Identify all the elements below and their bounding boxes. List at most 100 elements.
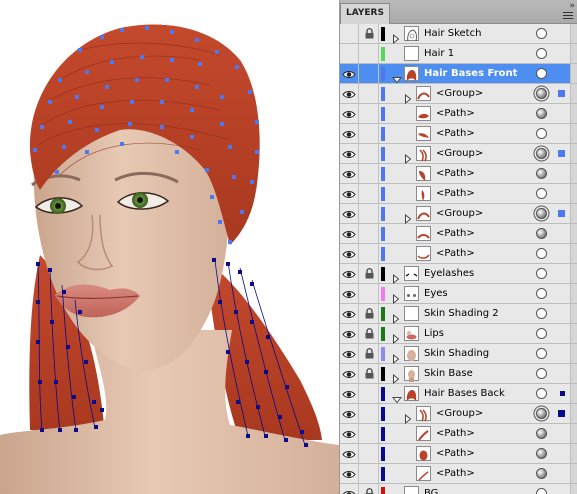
visibility-toggle[interactable] [340,344,359,363]
panel-scrollbar-track[interactable] [570,404,577,423]
panel-scrollbar-track[interactable] [570,124,577,143]
layer-name[interactable]: Hair 1 [424,44,454,63]
layer-row[interactable]: Hair Bases Back [340,384,577,404]
layer-name[interactable]: <Path> [436,104,475,123]
collapse-panel-icon[interactable]: » [569,1,575,11]
target-circle-icon[interactable] [536,248,547,259]
lock-toggle[interactable] [360,64,379,83]
lock-toggle[interactable] [360,484,379,494]
panel-scrollbar-track[interactable] [570,384,577,403]
panel-scrollbar-track[interactable] [570,164,577,183]
panel-scrollbar-track[interactable] [570,484,577,494]
visibility-toggle[interactable] [340,304,359,323]
layer-row[interactable]: <Group> [340,84,577,105]
layer-name[interactable]: <Path> [436,164,475,183]
lock-toggle[interactable] [360,224,379,243]
layer-name[interactable]: <Group> [436,84,483,103]
lock-toggle[interactable] [360,124,379,143]
layer-name[interactable]: Skin Base [424,364,473,383]
visibility-toggle[interactable] [340,184,359,203]
panel-scrollbar-track[interactable] [570,284,577,303]
tab-layers[interactable]: LAYERS [340,3,390,24]
expand-triangle-closed-icon[interactable] [404,149,412,165]
layer-row[interactable]: Hair 1 [340,44,577,64]
panel-scrollbar-track[interactable] [570,64,577,83]
lock-toggle[interactable] [360,384,379,403]
layer-row[interactable]: <Path> [340,164,577,184]
layer-row[interactable]: Hair Bases Front [340,64,577,84]
layer-row[interactable]: <Path> [340,124,577,144]
layer-row[interactable]: Eyelashes [340,264,577,285]
lock-toggle[interactable] [360,324,379,343]
layer-name[interactable]: <Path> [436,224,475,243]
visibility-toggle[interactable] [340,364,359,383]
target-circle-icon[interactable] [536,288,547,299]
visibility-toggle[interactable] [340,324,359,343]
lock-toggle[interactable] [360,44,379,63]
lock-toggle[interactable] [360,444,379,463]
visibility-toggle[interactable] [340,84,359,103]
panel-scrollbar-track[interactable] [570,84,577,103]
visibility-toggle[interactable] [340,224,359,243]
panel-scrollbar-track[interactable] [570,24,577,43]
panel-scrollbar-track[interactable] [570,244,577,263]
layer-row[interactable]: Skin Shading 2 [340,304,577,325]
target-circle-icon[interactable] [536,208,547,219]
layer-row[interactable]: <Path> [340,104,577,124]
visibility-toggle[interactable] [340,164,359,183]
layer-row[interactable]: <Path> [340,464,577,484]
visibility-toggle[interactable] [340,464,359,483]
panel-scrollbar-track[interactable] [570,264,577,283]
target-circle-icon[interactable] [536,228,547,239]
expand-triangle-closed-icon[interactable] [404,409,412,425]
expand-triangle-open-icon[interactable] [391,389,403,404]
expand-triangle-closed-icon[interactable] [404,89,412,105]
layer-row[interactable]: <Group> [340,404,577,425]
lock-toggle[interactable] [360,364,379,383]
expand-triangle-closed-icon[interactable] [392,29,400,45]
selection-indicator[interactable] [558,150,565,157]
visibility-toggle[interactable] [340,204,359,223]
layer-name[interactable]: Hair Sketch [424,24,481,43]
expand-triangle-closed-icon[interactable] [392,349,400,365]
layer-name[interactable]: <Path> [436,244,475,263]
layer-row[interactable]: BG [340,484,577,494]
panel-scrollbar-track[interactable] [570,444,577,463]
selection-indicator[interactable] [558,90,565,97]
layer-name[interactable]: BG [424,484,438,494]
expand-triangle-closed-icon[interactable] [392,309,400,325]
expand-triangle-closed-icon[interactable] [392,269,400,285]
expand-triangle-closed-icon[interactable] [392,369,400,385]
target-circle-icon[interactable] [536,468,547,479]
layer-row[interactable]: <Path> [340,444,577,464]
target-circle-icon[interactable] [536,108,547,119]
layer-row[interactable]: <Path> [340,424,577,444]
layer-name[interactable]: Skin Shading [424,344,489,363]
panel-scrollbar-track[interactable] [570,464,577,483]
visibility-toggle[interactable] [340,244,359,263]
layer-name[interactable]: <Path> [436,184,475,203]
target-circle-icon[interactable] [536,68,547,79]
layer-name[interactable]: Hair Bases Front [424,64,517,83]
expand-triangle-closed-icon[interactable] [392,329,400,345]
lock-toggle[interactable] [360,144,379,163]
lock-toggle[interactable] [360,304,379,323]
panel-scrollbar-track[interactable] [570,304,577,323]
layer-row[interactable]: <Path> [340,184,577,204]
layer-row[interactable]: Eyes [340,284,577,305]
layer-name[interactable]: Lips [424,324,444,343]
layer-name[interactable]: <Path> [436,464,475,483]
layer-name[interactable]: <Path> [436,444,475,463]
visibility-toggle[interactable] [340,444,359,463]
target-circle-icon[interactable] [536,448,547,459]
visibility-toggle[interactable] [340,264,359,283]
panel-menu-icon[interactable] [563,12,575,21]
panel-scrollbar-track[interactable] [570,204,577,223]
layer-row[interactable]: <Group> [340,204,577,225]
panel-scrollbar-track[interactable] [570,144,577,163]
layer-name[interactable]: Eyelashes [424,264,474,283]
target-circle-icon[interactable] [536,368,547,379]
layer-row[interactable]: <Group> [340,144,577,165]
target-circle-icon[interactable] [536,408,547,419]
visibility-toggle[interactable] [340,384,359,403]
